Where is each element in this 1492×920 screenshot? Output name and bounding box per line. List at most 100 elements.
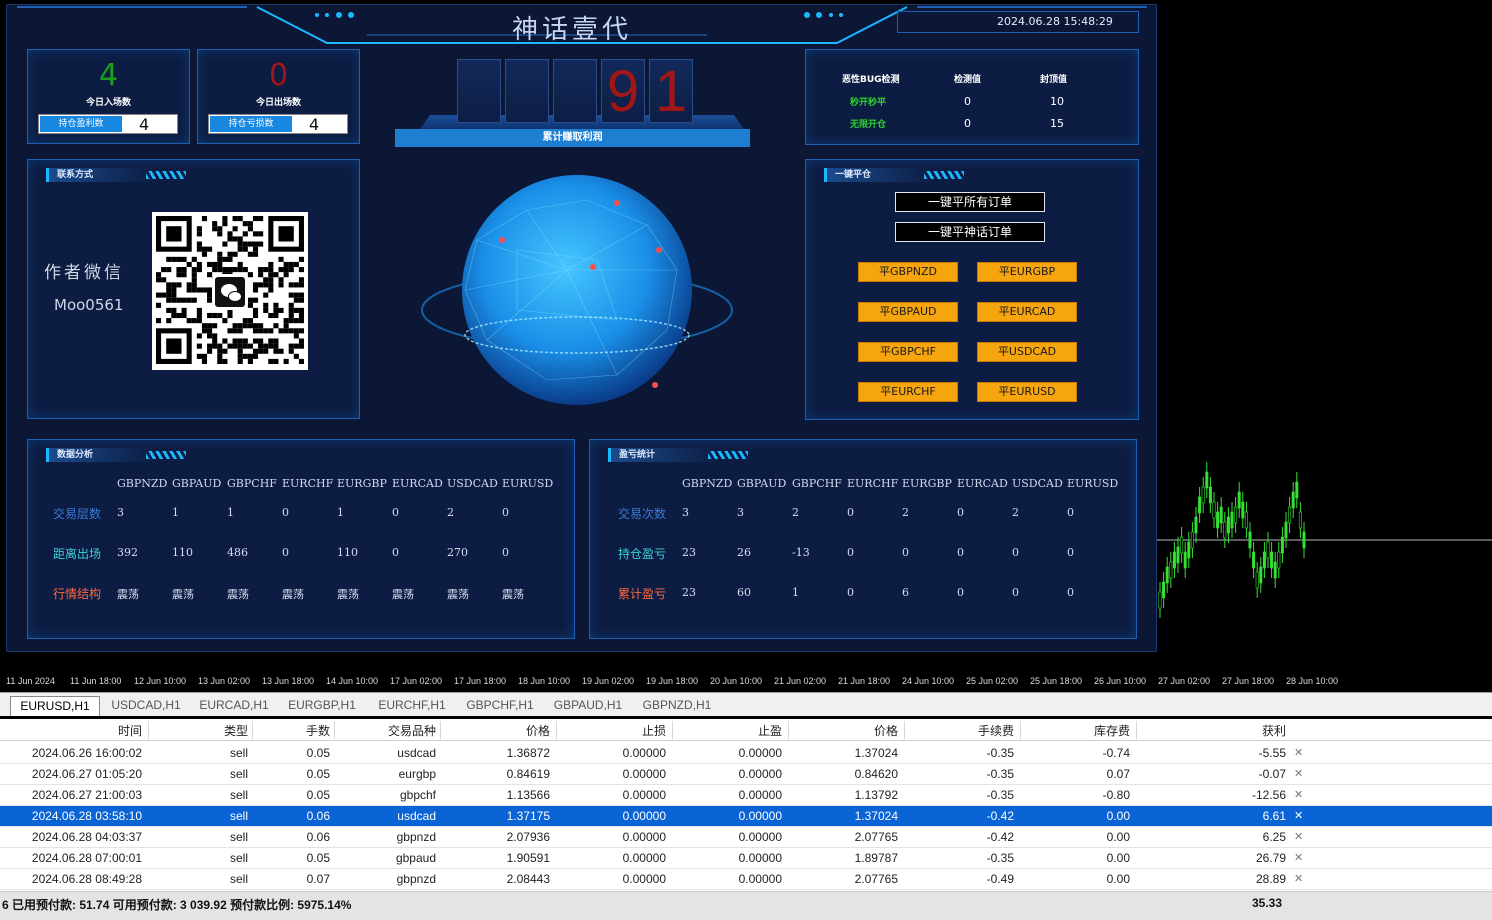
candle-body <box>1194 516 1198 534</box>
symbol-tab[interactable]: GBPAUD,H1 <box>544 696 632 716</box>
order-row[interactable]: 2024.06.28 04:03:37 sell 0.06 gbpnzd 2.07936… <box>0 827 1492 848</box>
bug-row-name: 无限开仓 <box>850 120 887 130</box>
order-cell: -0.42 <box>986 809 1014 823</box>
holding-profit-label: 持仓盈利数 <box>40 116 122 132</box>
order-cell: gbpnzd <box>396 872 436 886</box>
symbol-tab[interactable]: GBPNZD,H1 <box>632 696 722 716</box>
symbol-header: GBPNZD <box>117 477 168 490</box>
close-gbpnzd-button[interactable]: 平GBPNZD <box>858 262 958 282</box>
column-divider <box>904 721 905 739</box>
order-cell: 0.05 <box>306 767 330 781</box>
row-label: 距离出场 <box>53 547 102 561</box>
order-cell: 0.06 <box>306 830 330 844</box>
row-label: 行情结构 <box>53 587 102 601</box>
order-row[interactable]: 2024.06.28 07:00:01 sell 0.05 gbpaud 1.90591… <box>0 848 1492 869</box>
order-cell: -0.35 <box>986 851 1014 865</box>
column-divider <box>334 721 335 739</box>
close-order-icon[interactable]: ✕ <box>1294 851 1303 864</box>
close-order-icon[interactable]: ✕ <box>1294 746 1303 759</box>
candle-body <box>1219 506 1223 524</box>
order-cell: 0.05 <box>306 851 330 865</box>
table-cell: 1 <box>227 506 234 519</box>
candle-body <box>1237 491 1241 509</box>
close-eurgbp-button[interactable]: 平EURGBP <box>977 262 1077 282</box>
candle-body <box>1302 531 1306 549</box>
close-all-orders-button[interactable]: 一键平所有订单 <box>895 192 1045 212</box>
order-row[interactable]: 2024.06.27 01:05:20 sell 0.05 eurgbp 0.84619… <box>0 764 1492 785</box>
table-cell: 26 <box>737 546 751 559</box>
column-header: 时间 <box>117 724 142 738</box>
order-cell: 0.00000 <box>622 851 666 865</box>
time-axis-label: 19 Jun 18:00 <box>646 676 699 686</box>
order-cell: -0.35 <box>986 788 1014 802</box>
close-order-icon[interactable]: ✕ <box>1294 830 1303 843</box>
symbol-tabs: EURUSD,H1 USDCAD,H1 EURCAD,H1 EURGBP,H1 EURC… <box>0 692 1492 716</box>
order-cell: 0.00000 <box>738 830 782 844</box>
profit-digit-5: 1 <box>649 59 693 124</box>
symbol-tab[interactable]: EURCHF,H1 <box>368 696 456 716</box>
today-entry-panel: 4 今日入场数 持仓盈利数 4 <box>27 49 190 144</box>
time-axis-label: 27 Jun 02:00 <box>1158 676 1211 686</box>
close-usdcad-button[interactable]: 平USDCAD <box>977 342 1077 362</box>
symbol-tab[interactable]: EURGBP,H1 <box>276 696 368 716</box>
order-row[interactable]: 2024.06.27 21:00:03 sell 0.05 gbpchf 1.13566… <box>0 785 1492 806</box>
table-cell: 23 <box>682 546 696 559</box>
order-row[interactable]: 2024.06.28 08:49:28 sell 0.07 gbpnzd 2.08443… <box>0 869 1492 890</box>
close-eurusd-button[interactable]: 平EURUSD <box>977 382 1077 402</box>
table-cell: 6 <box>902 586 909 599</box>
candle-body <box>1201 486 1205 504</box>
table-cell: 0 <box>957 546 964 559</box>
column-header: 价格 <box>873 724 898 738</box>
close-order-icon[interactable]: ✕ <box>1294 809 1303 822</box>
symbol-header: EURUSD <box>1067 477 1119 490</box>
table-cell: 0 <box>847 586 854 599</box>
order-row[interactable]: 2024.06.28 03:58:10 sell 0.06 usdcad 1.37175… <box>0 806 1492 827</box>
bug-row-value: 0 <box>964 95 971 108</box>
order-cell: 1.37175 <box>506 809 550 823</box>
table-cell: 0 <box>392 506 399 519</box>
order-cell: -0.35 <box>986 746 1014 760</box>
order-cell: 0.00 <box>1106 851 1130 865</box>
table-cell: 0 <box>1012 546 1019 559</box>
table-cell: 0 <box>392 546 399 559</box>
symbol-tab[interactable]: GBPCHF,H1 <box>456 696 544 716</box>
table-cell: 0 <box>902 546 909 559</box>
column-divider <box>672 721 673 739</box>
bug-row-cap: 10 <box>1050 95 1064 108</box>
close-gbpaud-button[interactable]: 平GBPAUD <box>858 302 958 322</box>
order-row[interactable]: 2024.06.26 16:00:02 sell 0.05 usdcad 1.36872… <box>0 743 1492 764</box>
time-axis-label: 19 Jun 02:00 <box>582 676 635 686</box>
time-axis-label: 26 Jun 10:00 <box>1094 676 1147 686</box>
symbol-tab[interactable]: USDCAD,H1 <box>100 696 192 716</box>
close-eurchf-button[interactable]: 平EURCHF <box>858 382 958 402</box>
close-myth-orders-button[interactable]: 一键平神话订单 <box>895 222 1045 242</box>
row-label: 累计盈亏 <box>618 587 667 601</box>
order-cell: sell <box>229 830 248 844</box>
analysis-title: 数据分析 <box>46 448 186 462</box>
time-axis-label: 24 Jun 10:00 <box>902 676 955 686</box>
candle-body <box>1205 471 1209 489</box>
table-cell: 1 <box>337 506 344 519</box>
order-cell: eurgbp <box>398 767 436 781</box>
close-order-icon[interactable]: ✕ <box>1294 788 1303 801</box>
contact-panel: 联系方式 作者微信 Moo0561 <box>27 159 360 419</box>
table-cell: 1 <box>172 506 179 519</box>
symbol-header: EURGBP <box>902 477 952 490</box>
table-cell: 0 <box>1067 506 1074 519</box>
close-eurcad-button[interactable]: 平EURCAD <box>977 302 1077 322</box>
table-cell: 0 <box>957 586 964 599</box>
close-order-icon[interactable]: ✕ <box>1294 767 1303 780</box>
symbol-tab[interactable]: EURUSD,H1 <box>10 696 100 716</box>
time-axis-label: 18 Jun 10:00 <box>518 676 571 686</box>
close-gbpchf-button[interactable]: 平GBPCHF <box>858 342 958 362</box>
close-order-icon[interactable]: ✕ <box>1294 872 1303 885</box>
symbol-tab[interactable]: EURCAD,H1 <box>192 696 276 716</box>
wechat-label: 作者微信 <box>44 263 124 283</box>
column-divider <box>1136 721 1137 739</box>
order-cell: -0.42 <box>986 830 1014 844</box>
candle-body <box>1208 486 1212 504</box>
column-header: 止盈 <box>757 724 782 738</box>
order-cell: 0.00000 <box>738 809 782 823</box>
candle-body <box>1226 516 1230 534</box>
table-cell: 0 <box>502 546 509 559</box>
